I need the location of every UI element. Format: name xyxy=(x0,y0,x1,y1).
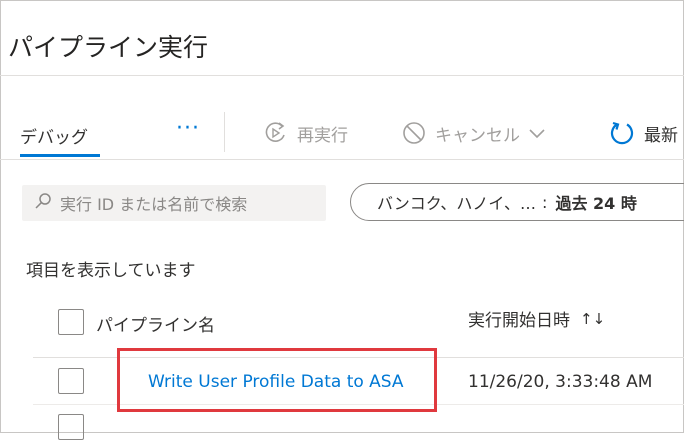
filter-range: 過去 24 時 xyxy=(555,194,637,213)
column-header-pipeline-name[interactable]: パイプライン名 xyxy=(96,311,215,336)
pipeline-name-link[interactable]: Write User Profile Data to ASA xyxy=(148,372,404,392)
cancel-label: キャンセル xyxy=(435,125,520,146)
active-tab-indicator xyxy=(20,154,100,157)
search-input[interactable]: 実行 ID または名前で検索 xyxy=(22,185,326,221)
cancel-button[interactable]: キャンセル xyxy=(401,118,546,148)
table-header-divider xyxy=(33,357,684,358)
tab-debug[interactable]: デバッグ xyxy=(20,123,88,148)
more-options-button[interactable]: ··· xyxy=(176,116,200,141)
filter-separator: : xyxy=(542,192,548,212)
chevron-down-icon xyxy=(528,127,546,139)
run-start-value: 11/26/20, 3:33:48 AM xyxy=(468,372,653,392)
filter-timezone: バンコク、ハノイ、… xyxy=(377,194,537,213)
rerun-icon xyxy=(263,120,289,146)
rerun-button[interactable]: 再実行 xyxy=(263,118,348,148)
search-placeholder: 実行 ID または名前で検索 xyxy=(60,195,248,214)
page-title: パイプライン実行 xyxy=(8,33,209,62)
cancel-icon xyxy=(401,120,427,146)
column-header-run-start-label: 実行開始日時 xyxy=(468,311,570,331)
column-header-run-start[interactable]: 実行開始日時 ↑↓ xyxy=(468,306,606,332)
search-icon xyxy=(34,192,60,214)
row-checkbox[interactable] xyxy=(58,414,84,440)
table-row-divider xyxy=(33,404,684,405)
rerun-label: 再実行 xyxy=(297,125,348,146)
refresh-button[interactable]: 最新 xyxy=(608,118,678,148)
refresh-label: 最新 xyxy=(644,125,678,146)
row-checkbox[interactable] xyxy=(58,368,84,394)
time-filter-pill[interactable]: バンコク、ハノイ、… : 過去 24 時 xyxy=(350,183,684,221)
items-status-text: 項目を表示しています xyxy=(26,261,196,281)
refresh-icon xyxy=(608,119,636,147)
toolbar-divider xyxy=(0,159,684,160)
sort-icon: ↑↓ xyxy=(580,309,606,328)
select-all-checkbox[interactable] xyxy=(58,309,84,335)
toolbar-separator xyxy=(224,112,225,152)
title-divider xyxy=(0,75,684,76)
